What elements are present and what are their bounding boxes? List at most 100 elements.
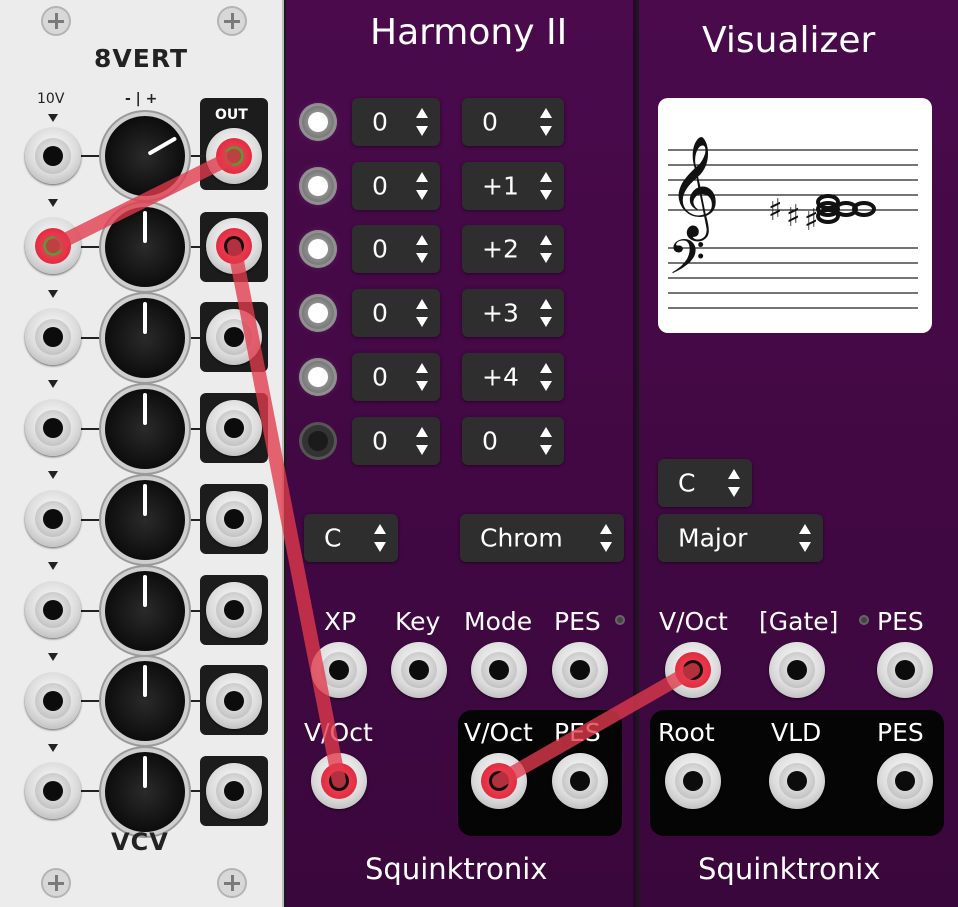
mode-select[interactable]: Chrom [460,514,624,562]
vis-key-select[interactable]: C [658,459,752,507]
screw-icon [217,6,247,36]
voice-4-interval-select[interactable]: +3 [462,289,564,337]
gain-knob-6[interactable] [105,571,185,651]
voice-5-offset-select[interactable]: 0 [352,353,440,401]
updown-icon [540,172,552,200]
voice-led-6[interactable] [299,422,337,460]
gain-knob-3[interactable] [105,298,185,378]
voct-output-jack[interactable] [471,753,527,809]
input-jack-1[interactable] [25,128,81,184]
pes-input-jack[interactable] [877,642,933,698]
voice-4-offset-select[interactable]: 0 [352,289,440,337]
pes-led [615,615,625,625]
brand-label: Squinktronix [365,852,548,886]
input-jack-5[interactable] [25,491,81,547]
treble-clef-icon: 𝄞 [668,134,720,242]
pes-output-jack[interactable] [552,753,608,809]
voice-3-offset-select[interactable]: 0 [352,225,440,273]
svg-text:♯: ♯ [768,193,783,228]
arrow-down-icon [48,562,58,570]
output-jack-2[interactable] [206,218,262,274]
gain-knob-7[interactable] [105,661,185,741]
output-jack-8[interactable] [206,763,262,819]
voice-2-offset-select[interactable]: 0 [352,162,440,210]
updown-icon [540,363,552,391]
label-voct: V/Oct [659,607,728,636]
screw-icon [217,868,247,898]
updown-icon [728,469,740,497]
pes-output-jack[interactable] [877,753,933,809]
updown-icon [416,108,428,136]
arrow-down-icon [48,290,58,298]
label-voct-out: V/Oct [464,718,533,747]
staff-svg: 𝄞 𝄢 ♯ ♯ ♯ [668,134,918,309]
staff-display: 𝄞 𝄢 ♯ ♯ ♯ [658,98,932,333]
voice-led-2[interactable] [299,167,337,205]
gain-knob-8[interactable] [105,752,185,832]
gain-knob-2[interactable] [105,207,185,287]
updown-icon [374,524,386,552]
voice-1-interval-select[interactable]: 0 [462,98,564,146]
input-jack-3[interactable] [25,309,81,365]
voice-led-3[interactable] [299,230,337,268]
output-jack-3[interactable] [206,309,262,365]
gate-input-jack[interactable] [769,642,825,698]
label-pes-out: PES [554,718,601,747]
arrow-down-icon [48,380,58,388]
root-output-jack[interactable] [665,753,721,809]
label-key: Key [395,607,441,636]
brand-label: Squinktronix [698,852,881,886]
voice-1-offset-select[interactable]: 0 [352,98,440,146]
updown-icon [540,108,552,136]
input-jack-4[interactable] [25,400,81,456]
screw-icon [41,6,71,36]
voice-5-interval-select[interactable]: +4 [462,353,564,401]
voice-2-interval-select[interactable]: +1 [462,162,564,210]
bass-clef-icon: 𝄢 [668,229,705,297]
output-jack-5[interactable] [206,491,262,547]
arrow-down-icon [48,653,58,661]
updown-icon [416,427,428,455]
updown-icon [540,427,552,455]
updown-icon [799,524,811,552]
output-jack-7[interactable] [206,673,262,729]
pes-led [859,615,869,625]
gain-knob-4[interactable] [105,389,185,469]
label-range: - | + [125,91,158,107]
xp-input-jack[interactable] [311,642,367,698]
gain-knob-1[interactable] [105,116,185,196]
vld-output-jack[interactable] [769,753,825,809]
output-jack-6[interactable] [206,582,262,638]
input-jack-8[interactable] [25,763,81,819]
out-label: OUT [215,107,248,123]
label-gate: [Gate] [759,607,839,636]
arrow-down-icon [48,114,58,122]
voice-6-interval-select[interactable]: 0 [462,417,564,465]
label-10v: 10V [37,91,65,107]
voice-led-4[interactable] [299,294,337,332]
updown-icon [600,524,612,552]
input-jack-6[interactable] [25,582,81,638]
vis-mode-select[interactable]: Major [658,514,823,562]
label-pes-out: PES [877,718,924,747]
input-jack-7[interactable] [25,673,81,729]
key-input-jack[interactable] [391,642,447,698]
key-select[interactable]: C [304,514,398,562]
module-title: 8VERT [94,44,189,73]
input-jack-2[interactable] [25,218,81,274]
output-jack-4[interactable] [206,400,262,456]
pes-input-jack[interactable] [552,642,608,698]
voct-input-jack[interactable] [311,753,367,809]
gain-knob-5[interactable] [105,480,185,560]
updown-icon [416,363,428,391]
screw-icon [41,868,71,898]
module-title: Visualizer [702,20,876,61]
voice-6-offset-select[interactable]: 0 [352,417,440,465]
label-xp: XP [324,607,357,636]
voice-led-5[interactable] [299,358,337,396]
output-jack-1[interactable] [206,128,262,184]
mode-input-jack[interactable] [471,642,527,698]
voice-led-1[interactable] [299,103,337,141]
voct-input-jack[interactable] [665,642,721,698]
voice-3-interval-select[interactable]: +2 [462,225,564,273]
